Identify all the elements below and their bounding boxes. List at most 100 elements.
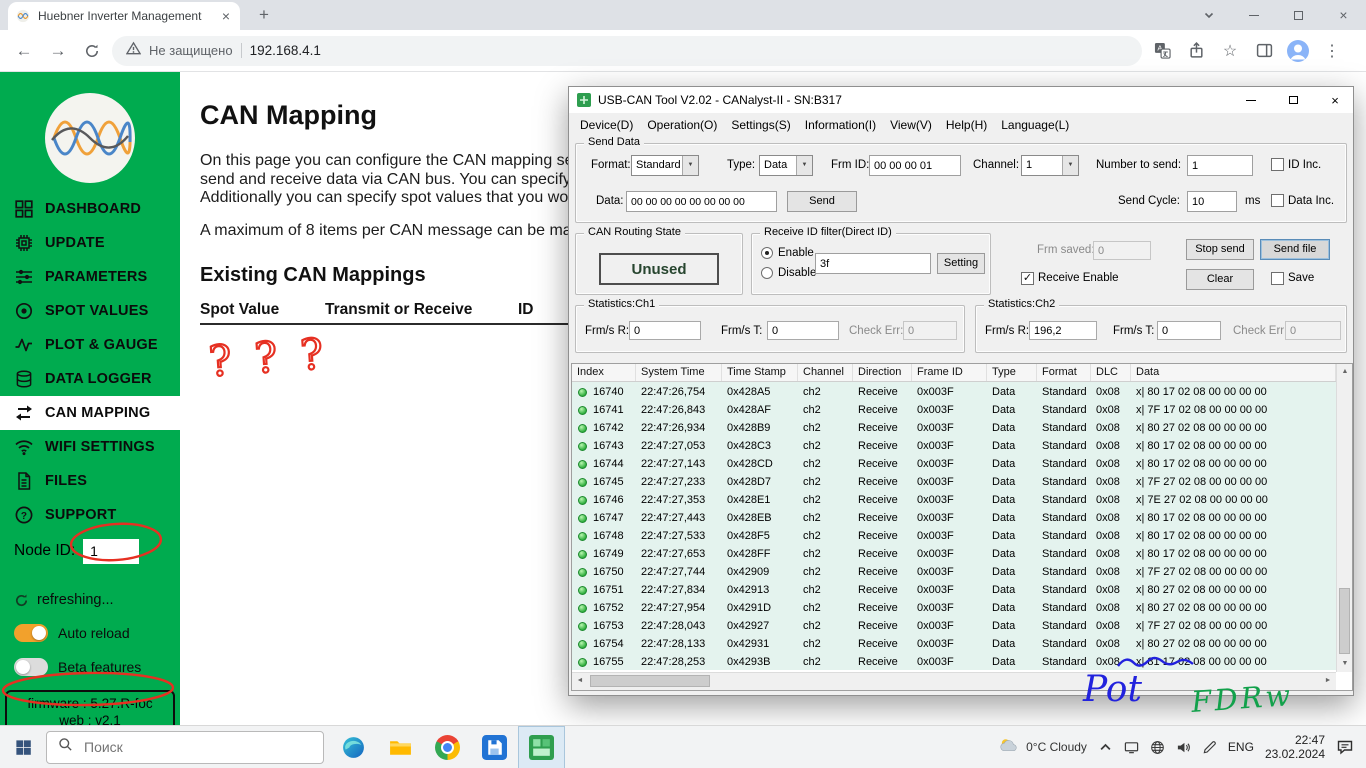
beta-features-toggle[interactable] bbox=[14, 658, 48, 676]
disable-radio[interactable] bbox=[761, 267, 773, 279]
table-row[interactable]: 1675222:47:27,9540x4291Dch2Receive0x003F… bbox=[572, 598, 1336, 616]
table-row[interactable]: 1675022:47:27,7440x42909ch2Receive0x003F… bbox=[572, 562, 1336, 580]
new-tab-button[interactable]: + bbox=[252, 4, 276, 28]
table-row[interactable]: 1675322:47:28,0430x42927ch2Receive0x003F… bbox=[572, 616, 1336, 634]
horizontal-scroll-thumb[interactable] bbox=[590, 675, 710, 687]
enable-radio[interactable] bbox=[761, 247, 773, 259]
forward-button[interactable]: → bbox=[44, 37, 72, 65]
save-checkbox[interactable] bbox=[1271, 272, 1284, 285]
format-combobox[interactable]: Standard ▼ bbox=[631, 155, 699, 176]
send-file-button[interactable]: Send file bbox=[1260, 239, 1330, 260]
number-to-send-input[interactable] bbox=[1187, 155, 1253, 176]
tab-close-icon[interactable]: × bbox=[220, 8, 232, 24]
setting-button[interactable]: Setting bbox=[937, 253, 985, 274]
id-inc-checkbox[interactable] bbox=[1271, 158, 1284, 171]
column-header-direction[interactable]: Direction bbox=[853, 364, 912, 381]
taskbar-app-explorer[interactable] bbox=[377, 726, 424, 768]
sidebar-item-files[interactable]: FILES bbox=[0, 464, 180, 498]
vertical-scroll-thumb[interactable] bbox=[1339, 588, 1350, 654]
volume-icon[interactable] bbox=[1176, 740, 1191, 755]
column-header-frame-id[interactable]: Frame ID bbox=[912, 364, 987, 381]
filter-id-input[interactable] bbox=[815, 253, 931, 274]
taskbar-search[interactable] bbox=[46, 731, 324, 764]
column-header-index[interactable]: Index bbox=[572, 364, 636, 381]
column-header-type[interactable]: Type bbox=[987, 364, 1037, 381]
url-bar[interactable]: Не защищено 192.168.4.1 bbox=[112, 36, 1142, 66]
send-cycle-input[interactable] bbox=[1187, 191, 1237, 212]
taskbar-app-edge[interactable] bbox=[330, 726, 377, 768]
refresh-button[interactable] bbox=[78, 37, 106, 65]
bookmark-star-icon[interactable]: ☆ bbox=[1216, 37, 1244, 65]
table-row[interactable]: 1675522:47:28,2530x4293Bch2Receive0x003F… bbox=[572, 652, 1336, 670]
taskbar-clock[interactable]: 22:47 23.02.2024 bbox=[1265, 733, 1325, 761]
column-header-data[interactable]: Data bbox=[1131, 364, 1336, 381]
type-combobox[interactable]: Data ▼ bbox=[759, 155, 813, 176]
column-header-system-time[interactable]: System Time bbox=[636, 364, 722, 381]
scroll-left-icon[interactable]: ◄ bbox=[572, 673, 588, 689]
weather-widget[interactable]: 0°C Cloudy bbox=[998, 735, 1087, 759]
receive-enable-checkbox[interactable]: ✓ bbox=[1021, 272, 1034, 285]
menu-settings[interactable]: Settings(S) bbox=[724, 118, 797, 132]
column-header-channel[interactable]: Channel bbox=[798, 364, 853, 381]
table-row[interactable]: 1674922:47:27,6530x428FFch2Receive0x003F… bbox=[572, 544, 1336, 562]
sidebar-item-wifi-settings[interactable]: WIFI SETTINGS bbox=[0, 430, 180, 464]
stop-send-button[interactable]: Stop send bbox=[1186, 239, 1254, 260]
frm-id-input[interactable] bbox=[869, 155, 961, 176]
scroll-up-icon[interactable]: ▲ bbox=[1337, 364, 1353, 380]
can-window-close-button[interactable]: × bbox=[1317, 87, 1353, 113]
data-input[interactable] bbox=[626, 191, 777, 212]
taskbar-app-chrome[interactable] bbox=[424, 726, 471, 768]
column-header-format[interactable]: Format bbox=[1037, 364, 1091, 381]
auto-reload-toggle[interactable] bbox=[14, 624, 48, 642]
menu-information[interactable]: Information(I) bbox=[798, 118, 883, 132]
side-panel-icon[interactable] bbox=[1250, 37, 1278, 65]
column-header-dlc[interactable]: DLC bbox=[1091, 364, 1131, 381]
tab-search-chevron-icon[interactable] bbox=[1186, 0, 1231, 30]
channel-combobox[interactable]: 1 ▼ bbox=[1021, 155, 1079, 176]
window-maximize-button[interactable] bbox=[1276, 0, 1321, 30]
sidebar-item-support[interactable]: ?SUPPORT bbox=[0, 498, 180, 532]
pen-icon[interactable] bbox=[1202, 740, 1217, 755]
share-icon[interactable] bbox=[1182, 37, 1210, 65]
table-row[interactable]: 1674122:47:26,8430x428AFch2Receive0x003F… bbox=[572, 400, 1336, 418]
taskbar-app-usb-can-tool[interactable] bbox=[518, 726, 565, 768]
sidebar-item-data-logger[interactable]: DATA LOGGER bbox=[0, 362, 180, 396]
table-row[interactable]: 1674222:47:26,9340x428B9ch2Receive0x003F… bbox=[572, 418, 1336, 436]
browser-menu-icon[interactable]: ⋮ bbox=[1318, 37, 1346, 65]
can-window-maximize-button[interactable] bbox=[1275, 87, 1311, 113]
menu-operation[interactable]: Operation(O) bbox=[640, 118, 724, 132]
sidebar-item-dashboard[interactable]: DASHBOARD bbox=[0, 192, 180, 226]
back-button[interactable]: ← bbox=[10, 37, 38, 65]
display-icon[interactable] bbox=[1124, 740, 1139, 755]
translate-icon[interactable]: A bbox=[1148, 37, 1176, 65]
table-row[interactable]: 1674622:47:27,3530x428E1ch2Receive0x003F… bbox=[572, 490, 1336, 508]
column-header-time-stamp[interactable]: Time Stamp bbox=[722, 364, 798, 381]
window-minimize-button[interactable] bbox=[1231, 0, 1276, 30]
horizontal-scrollbar[interactable]: ◄ ► bbox=[572, 672, 1336, 690]
sidebar-item-can-mapping[interactable]: CAN MAPPING bbox=[0, 396, 180, 430]
can-window-title-bar[interactable]: USB-CAN Tool V2.02 - CANalyst-II - SN:B3… bbox=[569, 87, 1353, 113]
menu-help[interactable]: Help(H) bbox=[939, 118, 994, 132]
table-row[interactable]: 1675122:47:27,8340x42913ch2Receive0x003F… bbox=[572, 580, 1336, 598]
language-indicator[interactable]: ENG bbox=[1228, 740, 1254, 754]
table-row[interactable]: 1674422:47:27,1430x428CDch2Receive0x003F… bbox=[572, 454, 1336, 472]
chevron-down-icon[interactable]: ▼ bbox=[796, 156, 812, 175]
sidebar-item-update[interactable]: UPDATE bbox=[0, 226, 180, 260]
sidebar-item-parameters[interactable]: PARAMETERS bbox=[0, 260, 180, 294]
menu-device[interactable]: Device(D) bbox=[573, 118, 640, 132]
table-row[interactable]: 1674722:47:27,4430x428EBch2Receive0x003F… bbox=[572, 508, 1336, 526]
chevron-down-icon[interactable]: ▼ bbox=[682, 156, 698, 175]
table-row[interactable]: 1674522:47:27,2330x428D7ch2Receive0x003F… bbox=[572, 472, 1336, 490]
search-input[interactable] bbox=[82, 738, 312, 756]
network-globe-icon[interactable] bbox=[1150, 740, 1165, 755]
data-inc-checkbox[interactable] bbox=[1271, 194, 1284, 207]
start-button[interactable] bbox=[0, 726, 46, 768]
sidebar-item-plot-gauge[interactable]: PLOT & GAUGE bbox=[0, 328, 180, 362]
window-close-button[interactable]: × bbox=[1321, 0, 1366, 30]
table-row[interactable]: 1675422:47:28,1330x42931ch2Receive0x003F… bbox=[572, 634, 1336, 652]
chevron-down-icon[interactable]: ▼ bbox=[1062, 156, 1078, 175]
scroll-right-icon[interactable]: ► bbox=[1320, 673, 1336, 689]
table-row[interactable]: 1674822:47:27,5330x428F5ch2Receive0x003F… bbox=[572, 526, 1336, 544]
vertical-scrollbar[interactable]: ▲ ▼ bbox=[1336, 364, 1352, 672]
menu-language[interactable]: Language(L) bbox=[994, 118, 1076, 132]
